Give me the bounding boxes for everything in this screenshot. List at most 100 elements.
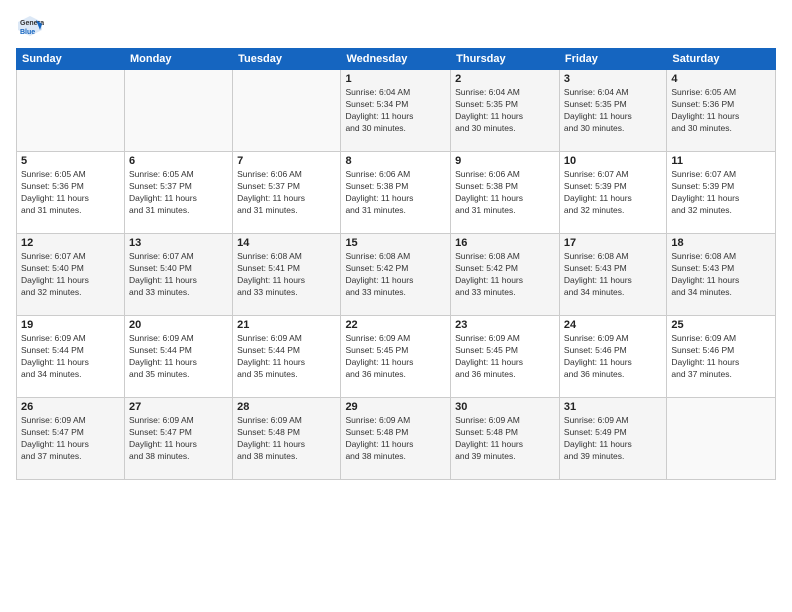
- calendar-cell: 6 Sunrise: 6:05 AM Sunset: 5:37 PM Daylig…: [124, 152, 232, 234]
- calendar-cell: 13 Sunrise: 6:07 AM Sunset: 5:40 PM Dayli…: [124, 234, 232, 316]
- day-number: 20: [129, 319, 228, 331]
- day-number: 1: [345, 73, 446, 85]
- day-info: Sunrise: 6:08 AM Sunset: 5:42 PM Dayligh…: [455, 251, 555, 299]
- calendar-cell: 30 Sunrise: 6:09 AM Sunset: 5:48 PM Dayli…: [451, 398, 560, 480]
- day-number: 19: [21, 319, 120, 331]
- day-info: Sunrise: 6:09 AM Sunset: 5:48 PM Dayligh…: [237, 415, 336, 463]
- calendar-cell: 22 Sunrise: 6:09 AM Sunset: 5:45 PM Dayli…: [341, 316, 451, 398]
- calendar-week-row: 12 Sunrise: 6:07 AM Sunset: 5:40 PM Dayli…: [17, 234, 776, 316]
- calendar-cell: 15Sunrise: 6:08 AM Sunset: 5:42 PM Dayli…: [341, 234, 451, 316]
- calendar-cell: [667, 398, 776, 480]
- day-info: Sunrise: 6:09 AM Sunset: 5:44 PM Dayligh…: [129, 333, 228, 381]
- day-number: 17: [564, 237, 662, 249]
- day-number: 8: [345, 155, 446, 167]
- day-number: 4: [671, 73, 771, 85]
- calendar-cell: 21 Sunrise: 6:09 AM Sunset: 5:44 PM Dayli…: [233, 316, 341, 398]
- calendar-cell: 3Sunrise: 6:04 AM Sunset: 5:35 PM Daylig…: [559, 70, 666, 152]
- calendar-week-row: 26 Sunrise: 6:09 AM Sunset: 5:47 PM Dayli…: [17, 398, 776, 480]
- day-number: 30: [455, 401, 555, 413]
- day-info: Sunrise: 6:04 AM Sunset: 5:34 PM Dayligh…: [345, 87, 446, 135]
- day-number: 26: [21, 401, 120, 413]
- calendar-cell: 27 Sunrise: 6:09 AM Sunset: 5:47 PM Dayli…: [124, 398, 232, 480]
- calendar-day-header: Friday: [559, 49, 666, 70]
- day-number: 24: [564, 319, 662, 331]
- calendar-header-row: SundayMondayTuesdayWednesdayThursdayFrid…: [17, 49, 776, 70]
- day-number: 10: [564, 155, 662, 167]
- day-info: Sunrise: 6:07 AM Sunset: 5:39 PM Dayligh…: [564, 169, 662, 217]
- calendar-cell: 2 Sunrise: 6:04 AM Sunset: 5:35 PM Daylig…: [451, 70, 560, 152]
- day-number: 9: [455, 155, 555, 167]
- day-info: Sunrise: 6:09 AM Sunset: 5:48 PM Dayligh…: [345, 415, 446, 463]
- day-number: 29: [345, 401, 446, 413]
- day-number: 6: [129, 155, 228, 167]
- day-number: 27: [129, 401, 228, 413]
- day-number: 28: [237, 401, 336, 413]
- day-info: Sunrise: 6:09 AM Sunset: 5:47 PM Dayligh…: [21, 415, 120, 463]
- calendar-cell: 24 Sunrise: 6:09 AM Sunset: 5:46 PM Dayli…: [559, 316, 666, 398]
- calendar-day-header: Tuesday: [233, 49, 341, 70]
- calendar-cell: 11 Sunrise: 6:07 AM Sunset: 5:39 PM Dayli…: [667, 152, 776, 234]
- calendar-cell: 17Sunrise: 6:08 AM Sunset: 5:43 PM Dayli…: [559, 234, 666, 316]
- header: General Blue: [16, 12, 776, 40]
- day-number: 25: [671, 319, 771, 331]
- calendar-day-header: Monday: [124, 49, 232, 70]
- calendar-cell: 12 Sunrise: 6:07 AM Sunset: 5:40 PM Dayli…: [17, 234, 125, 316]
- calendar-cell: 16Sunrise: 6:08 AM Sunset: 5:42 PM Dayli…: [451, 234, 560, 316]
- day-number: 13: [129, 237, 228, 249]
- day-number: 11: [671, 155, 771, 167]
- calendar-cell: 1 Sunrise: 6:04 AM Sunset: 5:34 PM Daylig…: [341, 70, 451, 152]
- day-info: Sunrise: 6:08 AM Sunset: 5:41 PM Dayligh…: [237, 251, 336, 299]
- calendar: SundayMondayTuesdayWednesdayThursdayFrid…: [16, 48, 776, 480]
- calendar-day-header: Wednesday: [341, 49, 451, 70]
- day-info: Sunrise: 6:09 AM Sunset: 5:47 PM Dayligh…: [129, 415, 228, 463]
- day-number: 18: [671, 237, 771, 249]
- calendar-cell: 31Sunrise: 6:09 AM Sunset: 5:49 PM Dayli…: [559, 398, 666, 480]
- calendar-cell: [233, 70, 341, 152]
- calendar-cell: 26 Sunrise: 6:09 AM Sunset: 5:47 PM Dayli…: [17, 398, 125, 480]
- calendar-cell: [17, 70, 125, 152]
- calendar-cell: 10 Sunrise: 6:07 AM Sunset: 5:39 PM Dayli…: [559, 152, 666, 234]
- day-info: Sunrise: 6:09 AM Sunset: 5:48 PM Dayligh…: [455, 415, 555, 463]
- day-info: Sunrise: 6:09 AM Sunset: 5:45 PM Dayligh…: [455, 333, 555, 381]
- calendar-day-header: Sunday: [17, 49, 125, 70]
- day-number: 5: [21, 155, 120, 167]
- calendar-week-row: 1 Sunrise: 6:04 AM Sunset: 5:34 PM Daylig…: [17, 70, 776, 152]
- calendar-cell: 9Sunrise: 6:06 AM Sunset: 5:38 PM Daylig…: [451, 152, 560, 234]
- day-number: 14: [237, 237, 336, 249]
- calendar-cell: 8Sunrise: 6:06 AM Sunset: 5:38 PM Daylig…: [341, 152, 451, 234]
- day-info: Sunrise: 6:05 AM Sunset: 5:37 PM Dayligh…: [129, 169, 228, 217]
- logo-icon: General Blue: [16, 12, 44, 40]
- calendar-cell: 18 Sunrise: 6:08 AM Sunset: 5:43 PM Dayli…: [667, 234, 776, 316]
- day-number: 2: [455, 73, 555, 85]
- calendar-cell: 4 Sunrise: 6:05 AM Sunset: 5:36 PM Daylig…: [667, 70, 776, 152]
- calendar-day-header: Saturday: [667, 49, 776, 70]
- calendar-cell: 5 Sunrise: 6:05 AM Sunset: 5:36 PM Daylig…: [17, 152, 125, 234]
- day-info: Sunrise: 6:07 AM Sunset: 5:40 PM Dayligh…: [21, 251, 120, 299]
- day-info: Sunrise: 6:05 AM Sunset: 5:36 PM Dayligh…: [671, 87, 771, 135]
- calendar-cell: 14 Sunrise: 6:08 AM Sunset: 5:41 PM Dayli…: [233, 234, 341, 316]
- calendar-week-row: 5 Sunrise: 6:05 AM Sunset: 5:36 PM Daylig…: [17, 152, 776, 234]
- day-info: Sunrise: 6:09 AM Sunset: 5:45 PM Dayligh…: [345, 333, 446, 381]
- day-number: 7: [237, 155, 336, 167]
- day-info: Sunrise: 6:09 AM Sunset: 5:44 PM Dayligh…: [237, 333, 336, 381]
- day-info: Sunrise: 6:09 AM Sunset: 5:49 PM Dayligh…: [564, 415, 662, 463]
- day-info: Sunrise: 6:08 AM Sunset: 5:43 PM Dayligh…: [671, 251, 771, 299]
- calendar-cell: [124, 70, 232, 152]
- day-info: Sunrise: 6:07 AM Sunset: 5:39 PM Dayligh…: [671, 169, 771, 217]
- day-number: 22: [345, 319, 446, 331]
- calendar-cell: 29 Sunrise: 6:09 AM Sunset: 5:48 PM Dayli…: [341, 398, 451, 480]
- calendar-cell: 7 Sunrise: 6:06 AM Sunset: 5:37 PM Daylig…: [233, 152, 341, 234]
- svg-text:Blue: Blue: [20, 29, 35, 36]
- day-number: 21: [237, 319, 336, 331]
- calendar-cell: 19Sunrise: 6:09 AM Sunset: 5:44 PM Dayli…: [17, 316, 125, 398]
- day-info: Sunrise: 6:04 AM Sunset: 5:35 PM Dayligh…: [455, 87, 555, 135]
- day-info: Sunrise: 6:06 AM Sunset: 5:37 PM Dayligh…: [237, 169, 336, 217]
- day-info: Sunrise: 6:09 AM Sunset: 5:46 PM Dayligh…: [671, 333, 771, 381]
- day-info: Sunrise: 6:05 AM Sunset: 5:36 PM Dayligh…: [21, 169, 120, 217]
- day-info: Sunrise: 6:07 AM Sunset: 5:40 PM Dayligh…: [129, 251, 228, 299]
- day-number: 12: [21, 237, 120, 249]
- day-info: Sunrise: 6:09 AM Sunset: 5:46 PM Dayligh…: [564, 333, 662, 381]
- calendar-cell: 20 Sunrise: 6:09 AM Sunset: 5:44 PM Dayli…: [124, 316, 232, 398]
- day-number: 23: [455, 319, 555, 331]
- calendar-cell: 23 Sunrise: 6:09 AM Sunset: 5:45 PM Dayli…: [451, 316, 560, 398]
